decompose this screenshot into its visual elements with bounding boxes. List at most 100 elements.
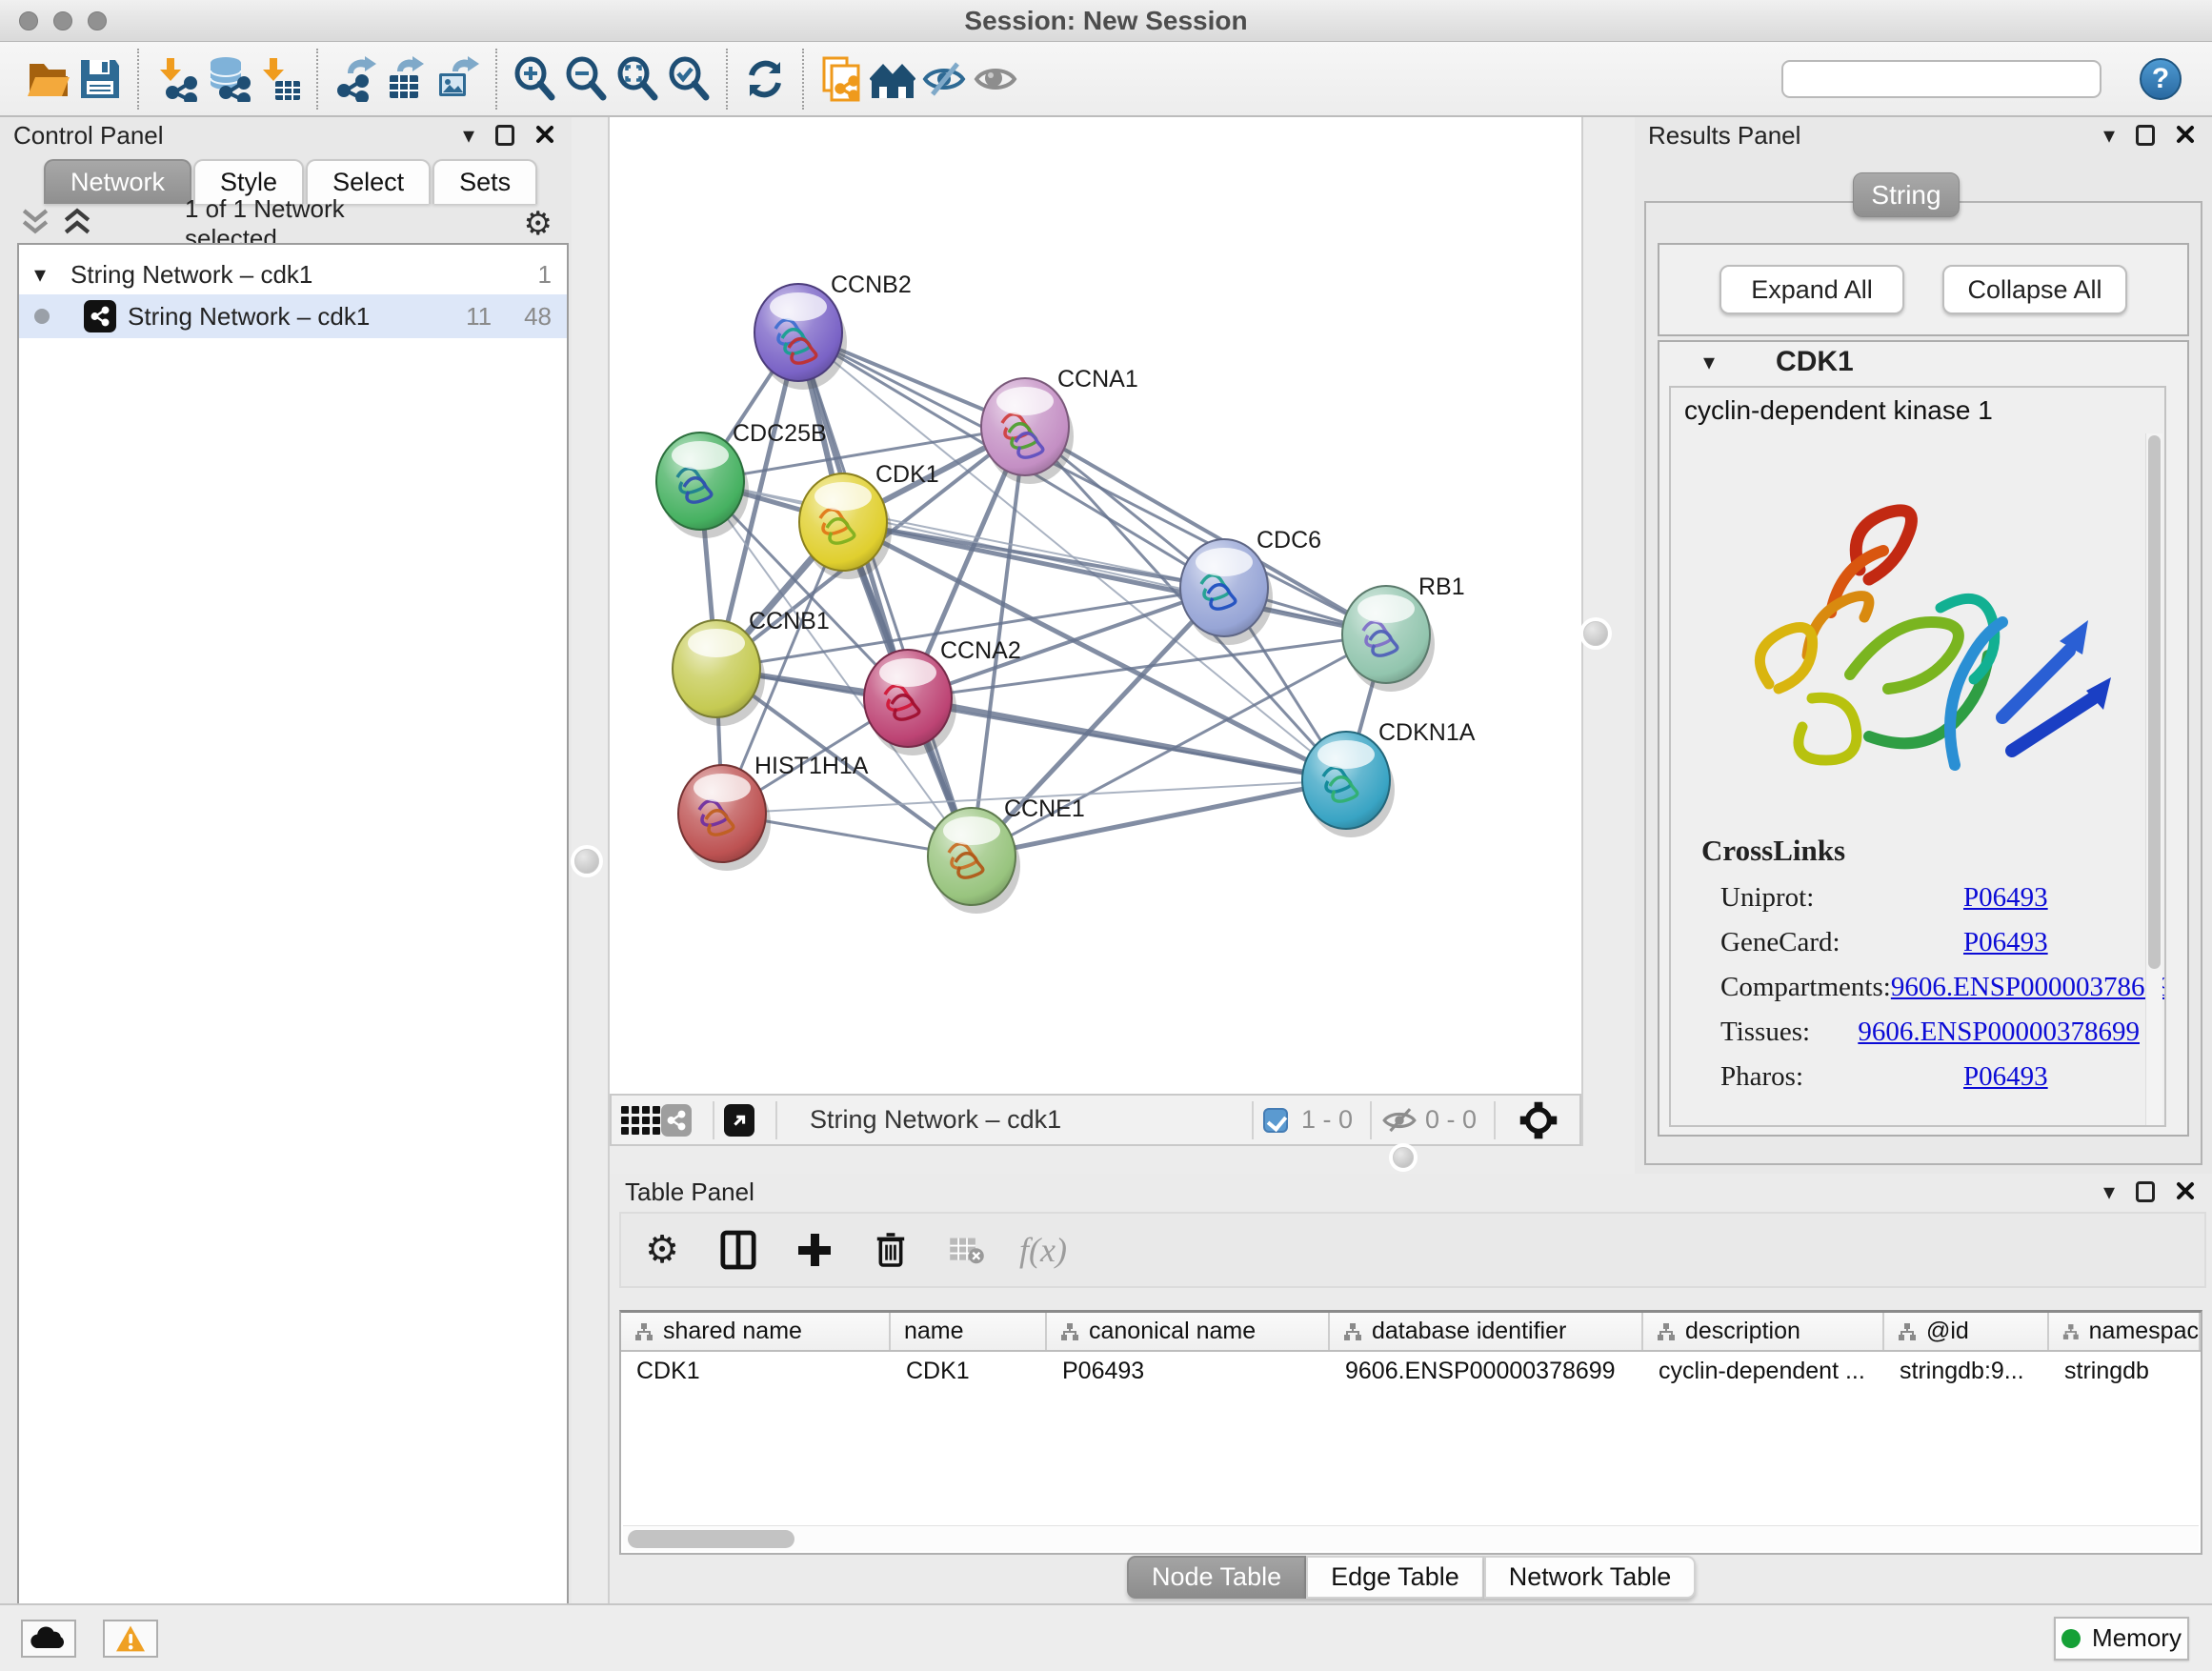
column-header-namespac[interactable]: namespac [2049,1313,2201,1350]
delete-table-button[interactable] [945,1226,989,1274]
zoom-in-button[interactable] [509,50,560,108]
hide-selected-button[interactable] [918,50,970,108]
table-horizontal-scrollbar[interactable] [623,1525,2199,1551]
create-column-button[interactable] [793,1226,836,1274]
zoom-fit-button[interactable] [612,50,663,108]
view-grid-button[interactable] [619,1101,661,1139]
crosslink-link[interactable]: P06493 [1963,927,2048,958]
divider-grip[interactable] [574,849,599,874]
column-header-canonical-name[interactable]: canonical name [1047,1313,1330,1350]
cloud-status-button[interactable] [21,1620,76,1658]
column-header-description[interactable]: description [1643,1313,1884,1350]
crosslink-link[interactable]: P06493 [1963,1061,2048,1093]
network-node-rb1[interactable]: RB1 [1342,574,1465,692]
memory-button[interactable]: Memory [2054,1617,2189,1661]
tab-edge-table[interactable]: Edge Table [1306,1556,1484,1599]
home-button[interactable] [867,50,918,108]
show-all-button[interactable] [970,50,1021,108]
search-input[interactable] [1800,66,2096,92]
panel-close-icon[interactable] [535,121,554,151]
table-cell[interactable]: cyclin-dependent ... [1643,1352,1884,1391]
network-overview-button[interactable] [661,1101,703,1139]
birdseye-crosshair-icon[interactable] [1518,1100,1558,1140]
collection-expand-icon[interactable]: ▾ [34,261,46,289]
expand-all-icon[interactable] [61,208,93,241]
panel-float-icon[interactable] [495,125,514,146]
tab-string[interactable]: String [1853,172,1960,217]
export-table-button[interactable] [381,50,432,108]
selected-checkbox[interactable] [1263,1108,1288,1133]
import-network-database-button[interactable] [202,50,253,108]
crosslink-link[interactable]: 9606.ENSP00000378699 [1858,1017,2140,1048]
collection-count: 1 [538,260,552,290]
table-cell[interactable]: P06493 [1047,1352,1330,1391]
zoom-selected-button[interactable] [663,50,714,108]
delete-column-button[interactable] [869,1226,913,1274]
tab-network-table[interactable]: Network Table [1484,1556,1697,1599]
panel-close-icon[interactable] [2176,1178,2195,1207]
detach-view-button[interactable] [724,1101,766,1139]
divider-grip[interactable] [1393,1147,1414,1168]
tab-node-table[interactable]: Node Table [1127,1556,1306,1599]
warning-status-button[interactable] [103,1620,158,1658]
open-session-button[interactable] [23,50,74,108]
zoom-fit-icon [614,56,660,102]
show-columns-button[interactable] [716,1226,760,1274]
tab-network[interactable]: Network [44,159,191,204]
network-options-gear-icon[interactable]: ⚙ [524,205,553,243]
columns-icon [720,1230,756,1270]
table-cell[interactable]: CDK1 [621,1352,891,1391]
panel-menu-icon[interactable]: ▾ [2103,1178,2115,1206]
import-table-button[interactable] [253,50,305,108]
export-image-button[interactable] [432,50,484,108]
clone-network-button[interactable] [815,50,867,108]
help-button[interactable]: ? [2140,58,2182,100]
panel-close-icon[interactable] [2176,121,2195,151]
crosslink-link[interactable]: 9606.ENSP00000378699 [1891,972,2166,1003]
network-row-selected[interactable]: String Network – cdk1 11 48 [19,294,567,338]
column-header-database-identifier[interactable]: database identifier [1330,1313,1643,1350]
save-session-button[interactable] [74,50,126,108]
table-cell[interactable]: stringdb:9... [1884,1352,2049,1391]
panel-divider-right[interactable] [1581,117,1635,1174]
results-scrollbar[interactable] [2145,433,2162,1127]
import-network-file-button[interactable] [151,50,202,108]
collapse-all-button[interactable]: Collapse All [1942,265,2127,314]
entry-collapse-icon[interactable]: ▾ [1703,349,1715,376]
collapse-all-icon[interactable] [19,208,51,241]
table-options-gear-icon[interactable]: ⚙ [640,1226,684,1274]
function-builder-button[interactable]: f(x) [1021,1226,1065,1274]
panel-menu-icon[interactable]: ▾ [2103,122,2115,150]
table-cell[interactable]: CDK1 [891,1352,1047,1391]
network-graph-svg[interactable]: CCNB2CCNA1CDC25BCDK1CDC6RB1CCNB1CCNA2CDK… [610,117,1581,1094]
divider-grip[interactable] [1583,621,1608,646]
network-node-ccne1[interactable]: CCNE1 [928,795,1085,914]
network-node-ccna2[interactable]: CCNA2 [864,637,1021,755]
panel-menu-icon[interactable]: ▾ [463,122,474,150]
network-canvas[interactable]: CCNB2CCNA1CDC25BCDK1CDC6RB1CCNB1CCNA2CDK… [610,117,1581,1094]
crosslink-link[interactable]: P06493 [1963,882,2048,914]
network-node-ccnb1[interactable]: CCNB1 [673,608,830,726]
export-network-button[interactable] [330,50,381,108]
refresh-button[interactable] [739,50,791,108]
network-node-cdkn1a[interactable]: CDKN1A [1302,719,1476,837]
column-header--id[interactable]: @id [1884,1313,2049,1350]
network-node-ccnb2[interactable]: CCNB2 [754,272,912,390]
node-label: CCNE1 [1004,795,1085,822]
hidden-eye-icon[interactable] [1381,1102,1418,1138]
panel-float-icon[interactable] [2136,125,2155,146]
network-edge[interactable] [908,698,1346,780]
table-cell[interactable]: stringdb [2049,1352,2201,1391]
node-detail-header[interactable]: ▾ CDK1 [1659,342,2187,382]
zoom-out-button[interactable] [560,50,612,108]
column-header-label: database identifier [1372,1318,1566,1345]
panel-float-icon[interactable] [2136,1181,2155,1202]
column-header-shared-name[interactable]: shared name [621,1313,891,1350]
table-row[interactable]: CDK1CDK1P064939606.ENSP00000378699cyclin… [621,1352,2201,1391]
column-header-name[interactable]: name [891,1313,1047,1350]
network-collection-row[interactable]: ▾ String Network – cdk1 1 [19,254,567,294]
table-cell[interactable]: 9606.ENSP00000378699 [1330,1352,1643,1391]
tab-sets[interactable]: Sets [432,159,537,204]
network-node-ccna1[interactable]: CCNA1 [981,366,1138,484]
expand-all-button[interactable]: Expand All [1719,265,1904,314]
